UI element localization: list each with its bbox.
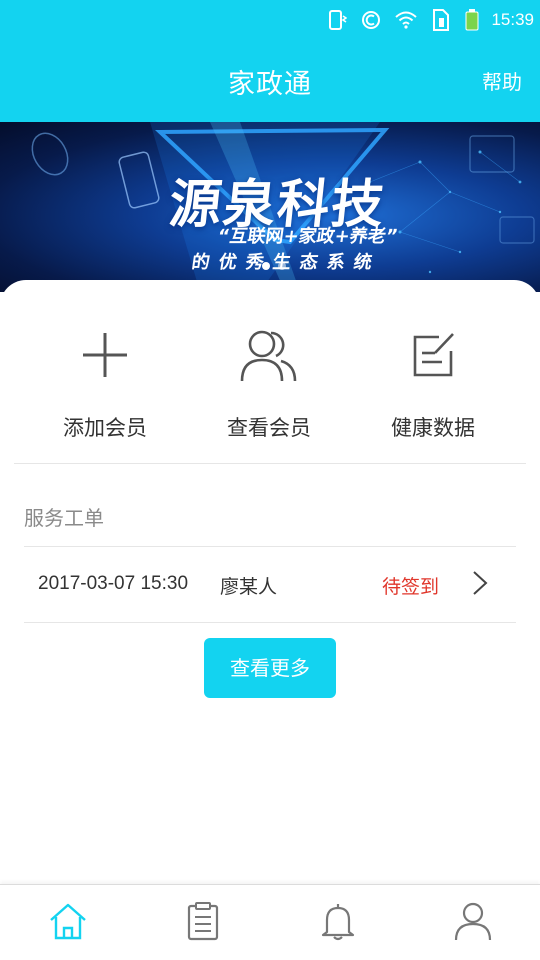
order-status: 待签到: [382, 576, 440, 598]
clipboard-icon: [186, 901, 220, 945]
service-order-row[interactable]: 2017-03-07 15:30 廖某人 待签到: [24, 547, 516, 621]
status-bar: 15:39: [0, 0, 540, 40]
section-title: 服务工单: [24, 506, 104, 530]
phone-vibrate-icon: [327, 9, 348, 31]
status-time: 15:39: [491, 10, 534, 29]
tab-profile[interactable]: [443, 901, 503, 945]
add-member-label: 添加会员: [63, 416, 147, 440]
view-members-button[interactable]: 查看会员: [194, 324, 344, 442]
bell-icon: [320, 901, 356, 945]
banner-subtitle-line2: 的优秀生态系统: [190, 252, 383, 273]
divider: [14, 463, 526, 464]
battery-icon: [465, 9, 479, 31]
top-bar: 15:39 家政通 帮助: [0, 0, 540, 122]
carousel-dot[interactable]: [278, 262, 286, 270]
home-icon: [48, 901, 88, 945]
order-customer-name: 廖某人: [220, 576, 278, 598]
add-member-button[interactable]: 添加会员: [30, 324, 180, 442]
divider: [24, 622, 516, 623]
status-icons: 15:39: [327, 8, 534, 32]
sim-icon: [431, 9, 451, 31]
tab-notifications[interactable]: [308, 901, 368, 945]
users-icon: [194, 324, 344, 386]
banner-carousel[interactable]: 源泉科技 “互联网+家政+养老” 的优秀生态系统: [0, 122, 540, 292]
banner-subtitle-line1: “互联网+家政+养老”: [216, 226, 400, 247]
tab-home[interactable]: [38, 901, 98, 945]
nfc-icon: [361, 10, 381, 30]
quick-actions: 添加会员 查看会员 健康数据: [0, 280, 540, 462]
tab-orders[interactable]: [173, 901, 233, 945]
health-data-label: 健康数据: [391, 416, 475, 440]
page-title: 家政通: [228, 69, 312, 100]
carousel-indicator: [262, 262, 286, 270]
order-datetime: 2017-03-07 15:30: [38, 573, 189, 594]
plus-icon: [30, 324, 180, 386]
main-card: 添加会员 查看会员 健康数据 服务工单 2017-03-07 15:30 廖某人…: [0, 280, 540, 884]
edit-note-icon: [358, 324, 508, 386]
wifi-icon: [395, 11, 418, 29]
bottom-tab-bar: [0, 884, 540, 960]
view-more-button[interactable]: 查看更多: [204, 638, 336, 698]
help-button[interactable]: 帮助: [482, 66, 522, 95]
view-members-label: 查看会员: [227, 416, 311, 440]
chevron-right-icon: [472, 570, 488, 600]
user-icon: [454, 901, 492, 945]
carousel-dot[interactable]: [262, 262, 270, 270]
health-data-button[interactable]: 健康数据: [358, 324, 508, 442]
